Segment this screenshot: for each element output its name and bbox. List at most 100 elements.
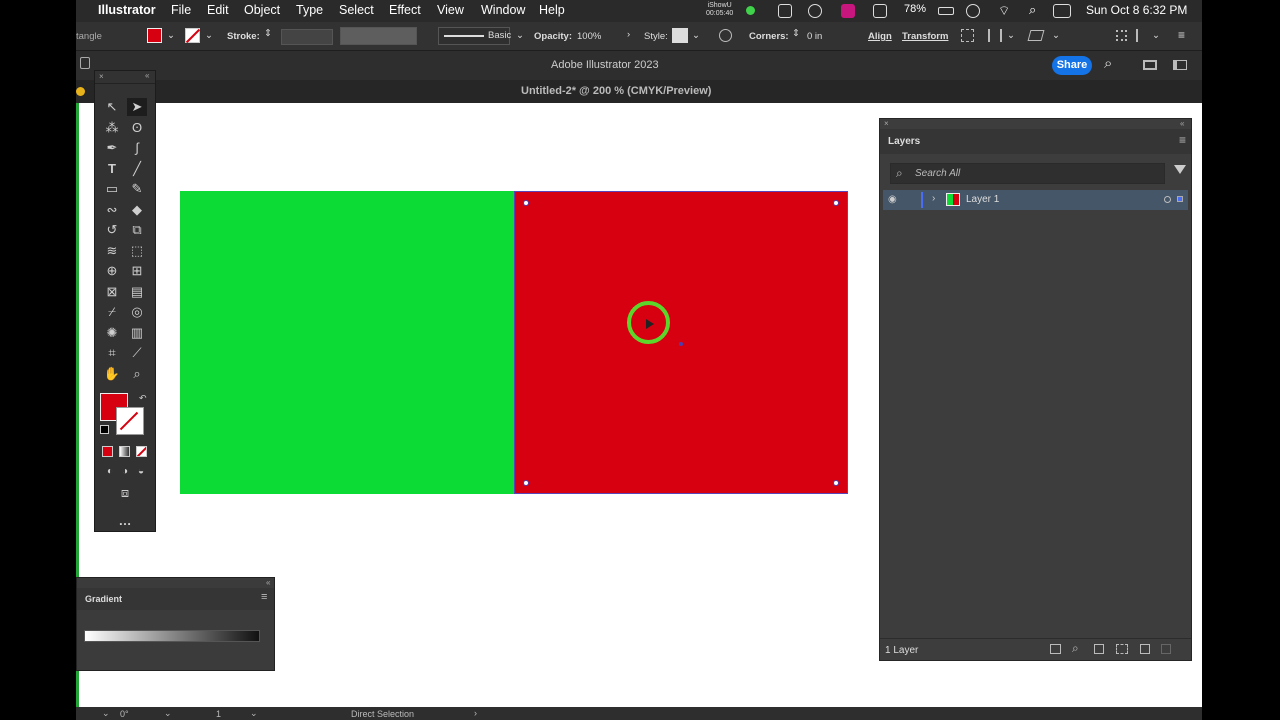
- edit-toolbar-icon[interactable]: …: [115, 512, 135, 530]
- stroke-swatch[interactable]: [185, 28, 201, 44]
- time-machine-icon[interactable]: [966, 4, 980, 18]
- brush-definition[interactable]: Basic: [438, 27, 511, 45]
- recorder-status[interactable]: iShowU 00:05:40: [706, 2, 733, 18]
- column-graph-tool-icon[interactable]: ▥: [127, 324, 147, 342]
- panel-options-icon[interactable]: [1136, 29, 1149, 42]
- close-icon[interactable]: ×: [884, 119, 889, 128]
- new-sublayer-icon[interactable]: [1116, 644, 1128, 654]
- anchor-point-bottom-right[interactable]: [833, 480, 839, 486]
- workspace-switcher-icon[interactable]: [1143, 60, 1157, 70]
- menu-window[interactable]: Window: [481, 3, 525, 17]
- menu-object[interactable]: Object: [244, 3, 280, 17]
- share-button[interactable]: Share: [1052, 56, 1092, 75]
- graphic-style-swatch[interactable]: [672, 28, 688, 43]
- align-link[interactable]: Align: [868, 31, 892, 42]
- collapse-icon[interactable]: «: [145, 71, 149, 80]
- chevron-down-icon[interactable]: ⌄: [167, 30, 175, 41]
- clipping-mask-icon[interactable]: [1094, 644, 1104, 654]
- selection-tool-icon[interactable]: ↖: [102, 98, 122, 116]
- menubar-clock[interactable]: Sun Oct 8 6:32 PM: [1086, 3, 1187, 17]
- control-bar-menu-icon[interactable]: ≡: [1178, 28, 1185, 42]
- gradient-slider[interactable]: [84, 630, 260, 642]
- control-center-icon[interactable]: [1053, 4, 1071, 18]
- menu-view[interactable]: View: [437, 3, 464, 17]
- chevron-right-icon[interactable]: ›: [627, 29, 630, 40]
- stroke-stepper-icon[interactable]: ⇕: [264, 28, 272, 39]
- none-mode-icon[interactable]: [136, 446, 147, 457]
- visibility-eye-icon[interactable]: ◉: [888, 194, 897, 205]
- menu-effect[interactable]: Effect: [389, 3, 421, 17]
- chevron-down-icon[interactable]: ⌄: [1152, 30, 1160, 41]
- color-mode-icon[interactable]: [102, 446, 113, 457]
- new-layer-icon[interactable]: [1140, 644, 1150, 654]
- menu-edit[interactable]: Edit: [207, 3, 229, 17]
- collapse-icon[interactable]: «: [1180, 119, 1184, 128]
- discover-panel-icon[interactable]: [1173, 60, 1187, 70]
- shape-builder-tool-icon[interactable]: ⊕: [102, 262, 122, 280]
- paintbrush-tool-icon[interactable]: ✎: [127, 180, 147, 198]
- transform-link[interactable]: Transform: [902, 31, 948, 42]
- menu-help[interactable]: Help: [539, 3, 565, 17]
- warp-tool-icon[interactable]: ≋: [102, 242, 122, 260]
- default-fill-stroke-icon[interactable]: [100, 425, 109, 434]
- envelope-distort-icon[interactable]: [1027, 30, 1045, 41]
- chevron-down-icon[interactable]: ⌄: [102, 708, 110, 719]
- stroke-weight-field[interactable]: [281, 29, 333, 45]
- stroke-color-box[interactable]: [116, 407, 144, 435]
- export-icon[interactable]: [1050, 644, 1061, 654]
- battery-icon[interactable]: [938, 7, 954, 15]
- chevron-down-icon[interactable]: ⌄: [692, 30, 700, 41]
- anchor-point-top-right[interactable]: [833, 200, 839, 206]
- display-icon[interactable]: [873, 4, 887, 18]
- arrange-grid-icon[interactable]: [1116, 30, 1127, 41]
- filter-icon[interactable]: [1174, 165, 1186, 174]
- layer-name[interactable]: Layer 1: [966, 194, 999, 205]
- chevron-down-icon[interactable]: ⌄: [1052, 30, 1060, 41]
- draw-inside-icon[interactable]: ◒: [131, 463, 151, 481]
- green-rectangle[interactable]: [180, 191, 514, 494]
- menu-app-name[interactable]: Illustrator: [98, 3, 156, 17]
- chevron-down-icon[interactable]: ⌄: [516, 30, 524, 41]
- free-transform-tool-icon[interactable]: ⬚: [127, 242, 147, 260]
- scale-tool-icon[interactable]: ⧉: [127, 221, 147, 239]
- line-segment-tool-icon[interactable]: ╱: [127, 160, 147, 178]
- locate-object-icon[interactable]: ⌕: [1072, 641, 1079, 656]
- gradient-tool-icon[interactable]: ▤: [127, 283, 147, 301]
- slice-tool-icon[interactable]: ⟋: [127, 344, 147, 362]
- cloud-icon[interactable]: [808, 4, 822, 18]
- chevron-down-icon[interactable]: ⌄: [164, 708, 172, 719]
- trash-icon[interactable]: [1161, 644, 1171, 654]
- opacity-value[interactable]: 100%: [577, 31, 601, 42]
- wifi-icon[interactable]: ⌔: [998, 3, 1010, 19]
- direct-selection-tool-icon[interactable]: ➤: [127, 98, 147, 116]
- rectangle-tool-icon[interactable]: ▭: [102, 180, 122, 198]
- panel-menu-icon[interactable]: ≡: [1179, 133, 1186, 147]
- corners-value[interactable]: 0 in: [807, 31, 822, 42]
- chevron-down-icon[interactable]: ⌄: [250, 708, 258, 719]
- variable-width-profile[interactable]: [340, 27, 417, 45]
- type-tool-icon[interactable]: T: [102, 160, 122, 178]
- artboard-number[interactable]: 1: [216, 709, 221, 719]
- pen-tool-icon[interactable]: ✒: [102, 139, 122, 157]
- hand-tool-icon[interactable]: ✋: [102, 365, 122, 383]
- window-minimize-dot[interactable]: [76, 87, 85, 96]
- m-app-icon[interactable]: [841, 4, 855, 18]
- artboard-tool-icon[interactable]: ⌗: [102, 344, 122, 362]
- tab-layers[interactable]: Layers: [888, 136, 920, 147]
- chevron-right-icon[interactable]: ›: [474, 708, 477, 718]
- lasso-tool-icon[interactable]: ʘ: [127, 119, 147, 137]
- magic-wand-tool-icon[interactable]: ⁂: [102, 119, 122, 137]
- symbol-sprayer-tool-icon[interactable]: ✺: [102, 324, 122, 342]
- tab-gradient[interactable]: Gradient: [85, 594, 122, 604]
- corners-stepper-icon[interactable]: ⇕: [792, 28, 800, 39]
- rotate-tool-icon[interactable]: ↺: [102, 221, 122, 239]
- live-paint-tool-icon[interactable]: ⊞: [127, 262, 147, 280]
- chevron-down-icon[interactable]: ⌄: [205, 30, 213, 41]
- selection-indicator[interactable]: [1177, 196, 1183, 202]
- eraser-tool-icon[interactable]: ◆: [127, 201, 147, 219]
- menu-select[interactable]: Select: [339, 3, 374, 17]
- chevron-down-icon[interactable]: ⌄: [1007, 30, 1015, 41]
- curvature-tool-icon[interactable]: ∫: [127, 139, 147, 157]
- isolate-object-icon[interactable]: [988, 29, 1002, 42]
- fill-swatch[interactable]: [147, 28, 162, 43]
